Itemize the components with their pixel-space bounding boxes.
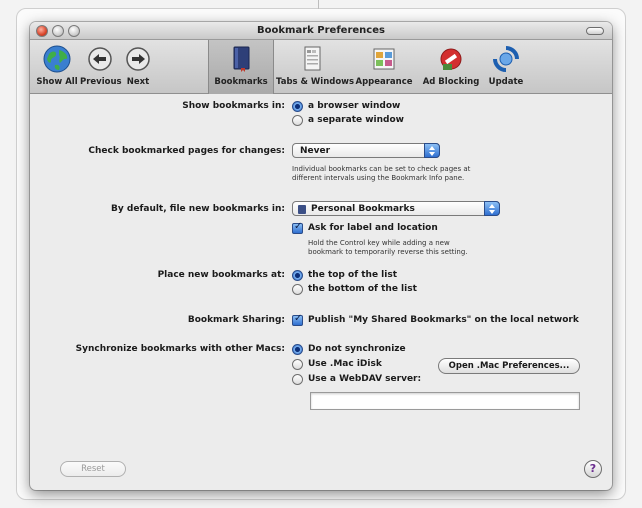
- ad-blocking-icon: [440, 48, 462, 70]
- radio-separate-window-label[interactable]: a separate window: [308, 115, 404, 125]
- update-icon: [493, 46, 519, 72]
- bookmark-folder-icon: [298, 205, 306, 214]
- sharing-label: Bookmark Sharing:: [187, 315, 285, 325]
- toolbar-label: Update: [488, 77, 524, 87]
- help-button[interactable]: ?: [584, 460, 602, 478]
- ask-label-location-label[interactable]: Ask for label and location: [308, 223, 438, 233]
- radio-webdav-label[interactable]: Use a WebDAV server:: [308, 374, 421, 384]
- check-changes-value: Never: [300, 146, 331, 156]
- show-bookmarks-label: Show bookmarks in:: [182, 101, 285, 111]
- popup-arrows-icon: [484, 201, 500, 216]
- check-changes-note-line1: Individual bookmarks can be set to check…: [292, 165, 471, 173]
- toolbar-update[interactable]: Update: [484, 40, 528, 94]
- window-title: Bookmark Preferences: [257, 25, 385, 36]
- radio-separate-window[interactable]: [292, 115, 303, 126]
- preferences-window: Bookmark Preferences Show All Previous N…: [30, 22, 612, 490]
- tabs-windows-icon: [304, 46, 321, 71]
- ask-label-location-checkbox[interactable]: [292, 221, 303, 234]
- toolbar-label: Bookmarks: [214, 77, 268, 87]
- bookmarks-pane: Show bookmarks in: a browser window a se…: [30, 94, 612, 490]
- check-changes-label: Check bookmarked pages for changes:: [88, 146, 285, 156]
- appearance-icon: [373, 48, 395, 70]
- toolbar-previous[interactable]: Previous: [80, 40, 122, 94]
- radio-browser-window[interactable]: [292, 101, 303, 112]
- webdav-server-field[interactable]: [310, 392, 580, 410]
- radio-mac-idisk[interactable]: [292, 359, 303, 370]
- check-changes-popup[interactable]: Never: [292, 143, 440, 158]
- file-new-note: Hold the Control key while adding a new …: [308, 239, 468, 257]
- toolbar-tabs-windows[interactable]: Tabs & Windows: [276, 40, 355, 94]
- check-changes-note-line2: different intervals using the Bookmark I…: [292, 174, 465, 182]
- publish-shared-label[interactable]: Publish "My Shared Bookmarks" on the loc…: [308, 315, 579, 325]
- check-changes-note: Individual bookmarks can be set to check…: [292, 165, 470, 183]
- file-new-label: By default, file new bookmarks in:: [111, 204, 285, 214]
- toolbar-show-all[interactable]: Show All: [32, 40, 82, 94]
- frame-notch: [318, 0, 319, 9]
- previous-arrow-icon: [88, 47, 112, 71]
- toolbar-bookmarks[interactable]: Bookmarks: [208, 40, 274, 94]
- radio-do-not-sync[interactable]: [292, 344, 303, 355]
- preferences-toolbar: Show All Previous Next Bookmarks Tabs & …: [30, 40, 612, 94]
- file-new-note-line1: Hold the Control key while adding a new: [308, 239, 450, 247]
- radio-browser-window-label[interactable]: a browser window: [308, 101, 400, 111]
- radio-top-of-list[interactable]: [292, 270, 303, 281]
- globe-icon: [43, 45, 71, 73]
- toolbar-label: Next: [126, 77, 150, 87]
- toolbar-appearance[interactable]: Appearance: [352, 40, 416, 94]
- toolbar-label: Appearance: [355, 77, 413, 87]
- file-new-value: Personal Bookmarks: [311, 204, 415, 214]
- next-arrow-icon: [126, 47, 150, 71]
- open-mac-preferences-button[interactable]: Open .Mac Preferences...: [438, 358, 580, 374]
- toolbar-ad-blocking[interactable]: Ad Blocking: [420, 40, 482, 94]
- publish-shared-checkbox[interactable]: [292, 313, 303, 326]
- file-new-popup[interactable]: Personal Bookmarks: [292, 201, 500, 216]
- toolbar-label: Previous: [80, 77, 122, 87]
- radio-mac-idisk-label[interactable]: Use .Mac iDisk: [308, 359, 382, 369]
- toolbar-label: Show All: [36, 77, 78, 87]
- bookmark-book-icon: [233, 46, 250, 72]
- title-bar: Bookmark Preferences: [30, 22, 612, 40]
- place-new-label: Place new bookmarks at:: [157, 270, 285, 280]
- file-new-note-line2: bookmark to temporarily reverse this set…: [308, 248, 468, 256]
- reset-button[interactable]: Reset: [60, 461, 126, 477]
- radio-bottom-of-list[interactable]: [292, 284, 303, 295]
- toolbar-toggle-button[interactable]: [586, 27, 604, 35]
- toolbar-next[interactable]: Next: [120, 40, 156, 94]
- radio-bottom-of-list-label[interactable]: the bottom of the list: [308, 284, 417, 294]
- popup-arrows-icon: [424, 143, 440, 158]
- toolbar-label: Ad Blocking: [422, 77, 480, 87]
- sync-label: Synchronize bookmarks with other Macs:: [75, 344, 285, 354]
- radio-webdav[interactable]: [292, 374, 303, 385]
- toolbar-label: Tabs & Windows: [276, 77, 355, 87]
- radio-top-of-list-label[interactable]: the top of the list: [308, 270, 397, 280]
- radio-do-not-sync-label[interactable]: Do not synchronize: [308, 344, 406, 354]
